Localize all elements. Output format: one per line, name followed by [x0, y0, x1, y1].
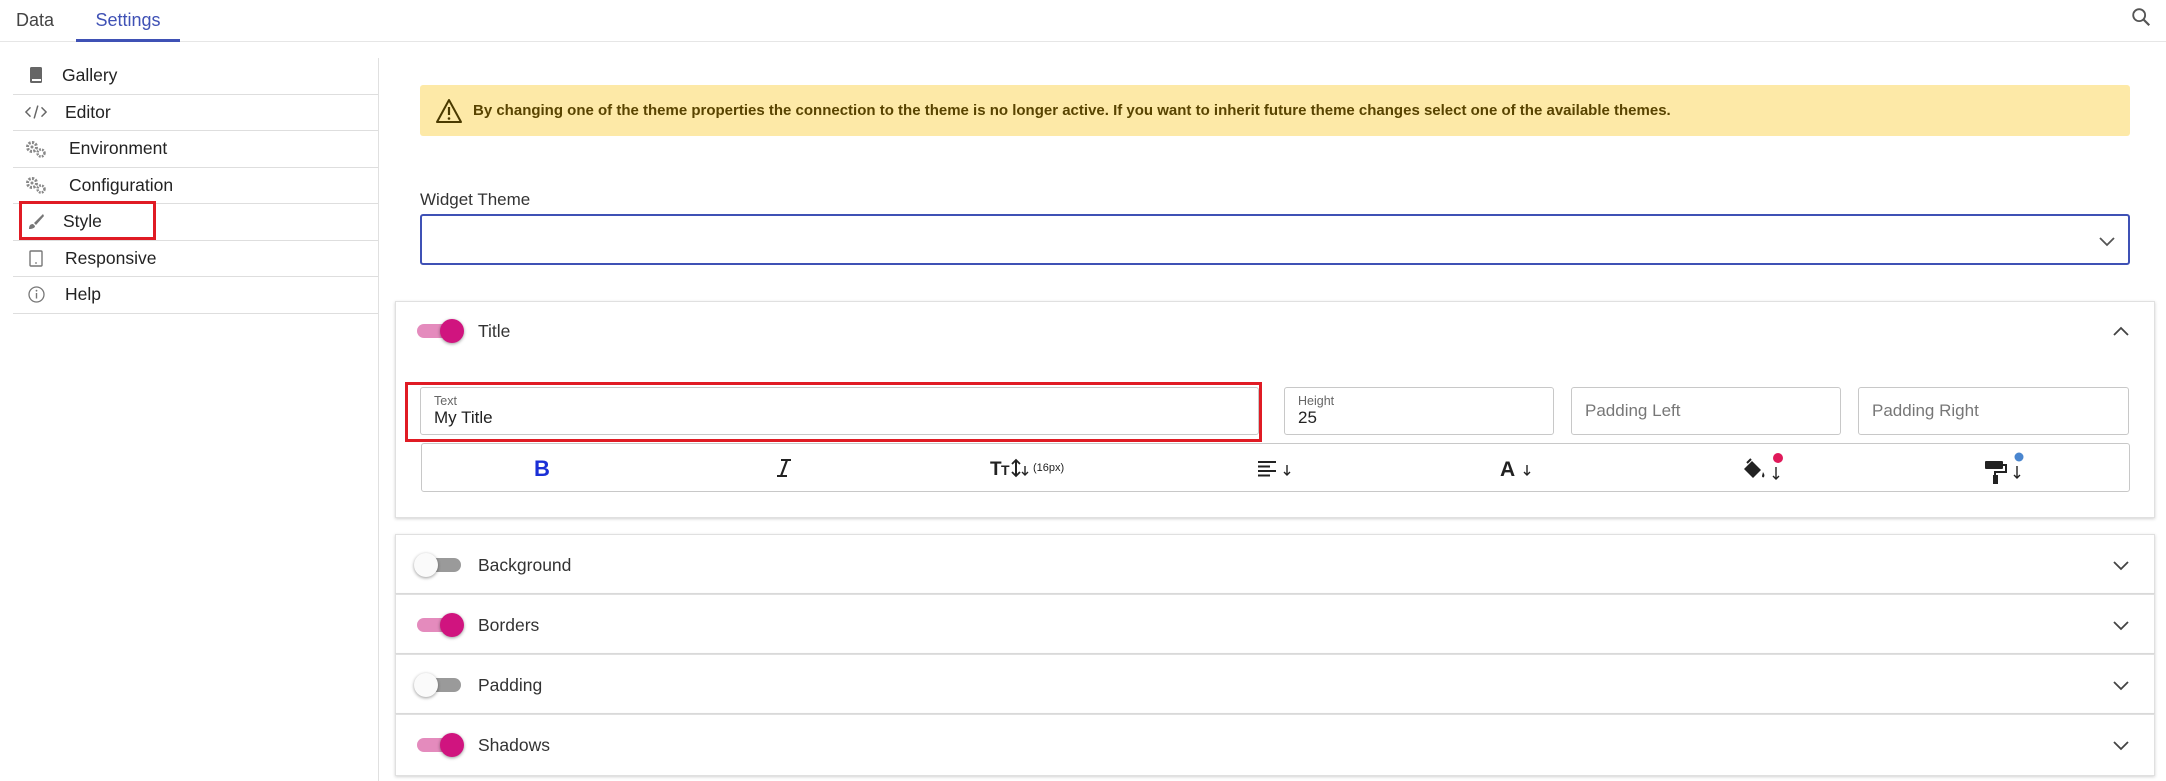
shadows-panel-label: Shadows	[478, 734, 550, 755]
fill-bucket-icon	[1740, 451, 1786, 485]
padding-panel-header[interactable]: Padding	[396, 655, 2154, 715]
height-field-value: 25	[1298, 408, 1317, 427]
background-toggle[interactable]	[414, 553, 464, 577]
sidebar-item-label: Responsive	[65, 247, 157, 268]
padding-toggle[interactable]	[414, 673, 464, 697]
shadows-panel-header[interactable]: Shadows	[396, 715, 2154, 775]
chevron-up-icon[interactable]	[2110, 320, 2132, 342]
info-icon	[25, 284, 47, 306]
code-icon	[25, 101, 47, 123]
gears-icon	[25, 174, 47, 196]
text-height-icon: TT	[990, 457, 1030, 479]
padding-right-placeholder: Padding Right	[1872, 401, 1979, 420]
widget-theme-label: Widget Theme	[420, 190, 531, 209]
sidebar-item-gallery[interactable]: Gallery	[13, 58, 378, 95]
padding-left-placeholder: Padding Left	[1585, 401, 1681, 420]
shadows-toggle[interactable]	[414, 733, 464, 757]
borders-panel-header[interactable]: Borders	[396, 595, 2154, 655]
chevron-down-icon[interactable]	[2110, 674, 2132, 696]
search-icon[interactable]	[2130, 6, 2156, 32]
gears-icon	[25, 138, 47, 160]
sidebar-item-label: Help	[65, 284, 101, 305]
background-panel: Background	[395, 534, 2155, 594]
font-color-button[interactable]: A	[1500, 444, 1540, 491]
title-panel-header[interactable]: Title	[396, 302, 2154, 360]
paint-roller-button[interactable]	[1983, 444, 2029, 491]
paint-roller-icon	[1983, 451, 2029, 485]
title-text-field[interactable]: Text My Title	[420, 387, 1259, 435]
warning-text: By changing one of the theme properties …	[473, 102, 1671, 119]
svg-text:B: B	[534, 457, 550, 479]
chevron-down-icon	[2096, 230, 2118, 252]
chevron-down-icon[interactable]	[2110, 614, 2132, 636]
sidebar-item-label: Gallery	[62, 65, 118, 86]
padding-right-field[interactable]: Padding Right	[1858, 387, 2129, 435]
title-text-field-label: Text	[434, 394, 457, 408]
sidebar-item-label: Configuration	[69, 174, 174, 195]
padding-left-field[interactable]: Padding Left	[1571, 387, 1841, 435]
bold-button[interactable]: B	[532, 444, 552, 491]
sidebar-item-label: Editor	[65, 101, 111, 122]
sidebar-item-label: Style	[63, 211, 102, 232]
bold-icon: B	[532, 457, 552, 479]
italic-button[interactable]	[775, 444, 793, 491]
font-icon: A	[1500, 457, 1540, 479]
title-text-field-value: My Title	[434, 408, 493, 427]
align-button[interactable]	[1256, 444, 1296, 491]
sidebar-item-style[interactable]: Style	[13, 204, 378, 241]
font-size-value: (16px)	[1033, 461, 1065, 474]
align-left-icon	[1256, 457, 1296, 479]
fill-color-button[interactable]	[1740, 444, 1786, 491]
title-toggle[interactable]	[414, 319, 464, 343]
borders-panel-label: Borders	[478, 614, 540, 635]
title-format-toolbar: B TT (16px) A	[421, 443, 2130, 492]
background-panel-header[interactable]: Background	[396, 535, 2154, 595]
theme-warning-banner: By changing one of the theme properties …	[420, 85, 2130, 136]
sidebar-item-editor[interactable]: Editor	[13, 95, 378, 131]
widget-theme-select[interactable]	[420, 214, 2130, 265]
tab-data[interactable]: Data	[0, 0, 70, 42]
shadows-panel: Shadows	[395, 714, 2155, 776]
tablet-icon	[25, 247, 47, 269]
settings-sidebar: Gallery Editor Environment Configuration…	[13, 58, 379, 781]
italic-icon	[775, 457, 793, 479]
sidebar-item-label: Environment	[69, 138, 168, 159]
sidebar-item-responsive[interactable]: Responsive	[13, 241, 378, 277]
borders-toggle[interactable]	[414, 613, 464, 637]
font-size-button[interactable]: TT (16px)	[990, 444, 1064, 491]
background-panel-label: Background	[478, 554, 572, 575]
sidebar-item-environment[interactable]: Environment	[13, 131, 378, 168]
chevron-down-icon[interactable]	[2110, 734, 2132, 756]
paintbrush-icon	[25, 211, 47, 233]
sidebar-item-help[interactable]: Help	[13, 277, 378, 314]
svg-text:A: A	[1500, 458, 1515, 479]
sidebar-item-configuration[interactable]: Configuration	[13, 168, 378, 204]
borders-panel: Borders	[395, 594, 2155, 654]
warning-icon	[435, 98, 463, 124]
padding-panel: Padding	[395, 654, 2155, 714]
title-panel-label: Title	[478, 320, 511, 341]
height-field[interactable]: Height 25	[1284, 387, 1554, 435]
chevron-down-icon[interactable]	[2110, 554, 2132, 576]
book-icon	[25, 65, 47, 87]
padding-panel-label: Padding	[478, 674, 543, 695]
svg-text:T: T	[1001, 462, 1010, 478]
height-field-label: Height	[1298, 394, 1335, 408]
tab-settings[interactable]: Settings	[76, 0, 180, 42]
top-tab-bar: Data Settings	[0, 0, 2166, 42]
